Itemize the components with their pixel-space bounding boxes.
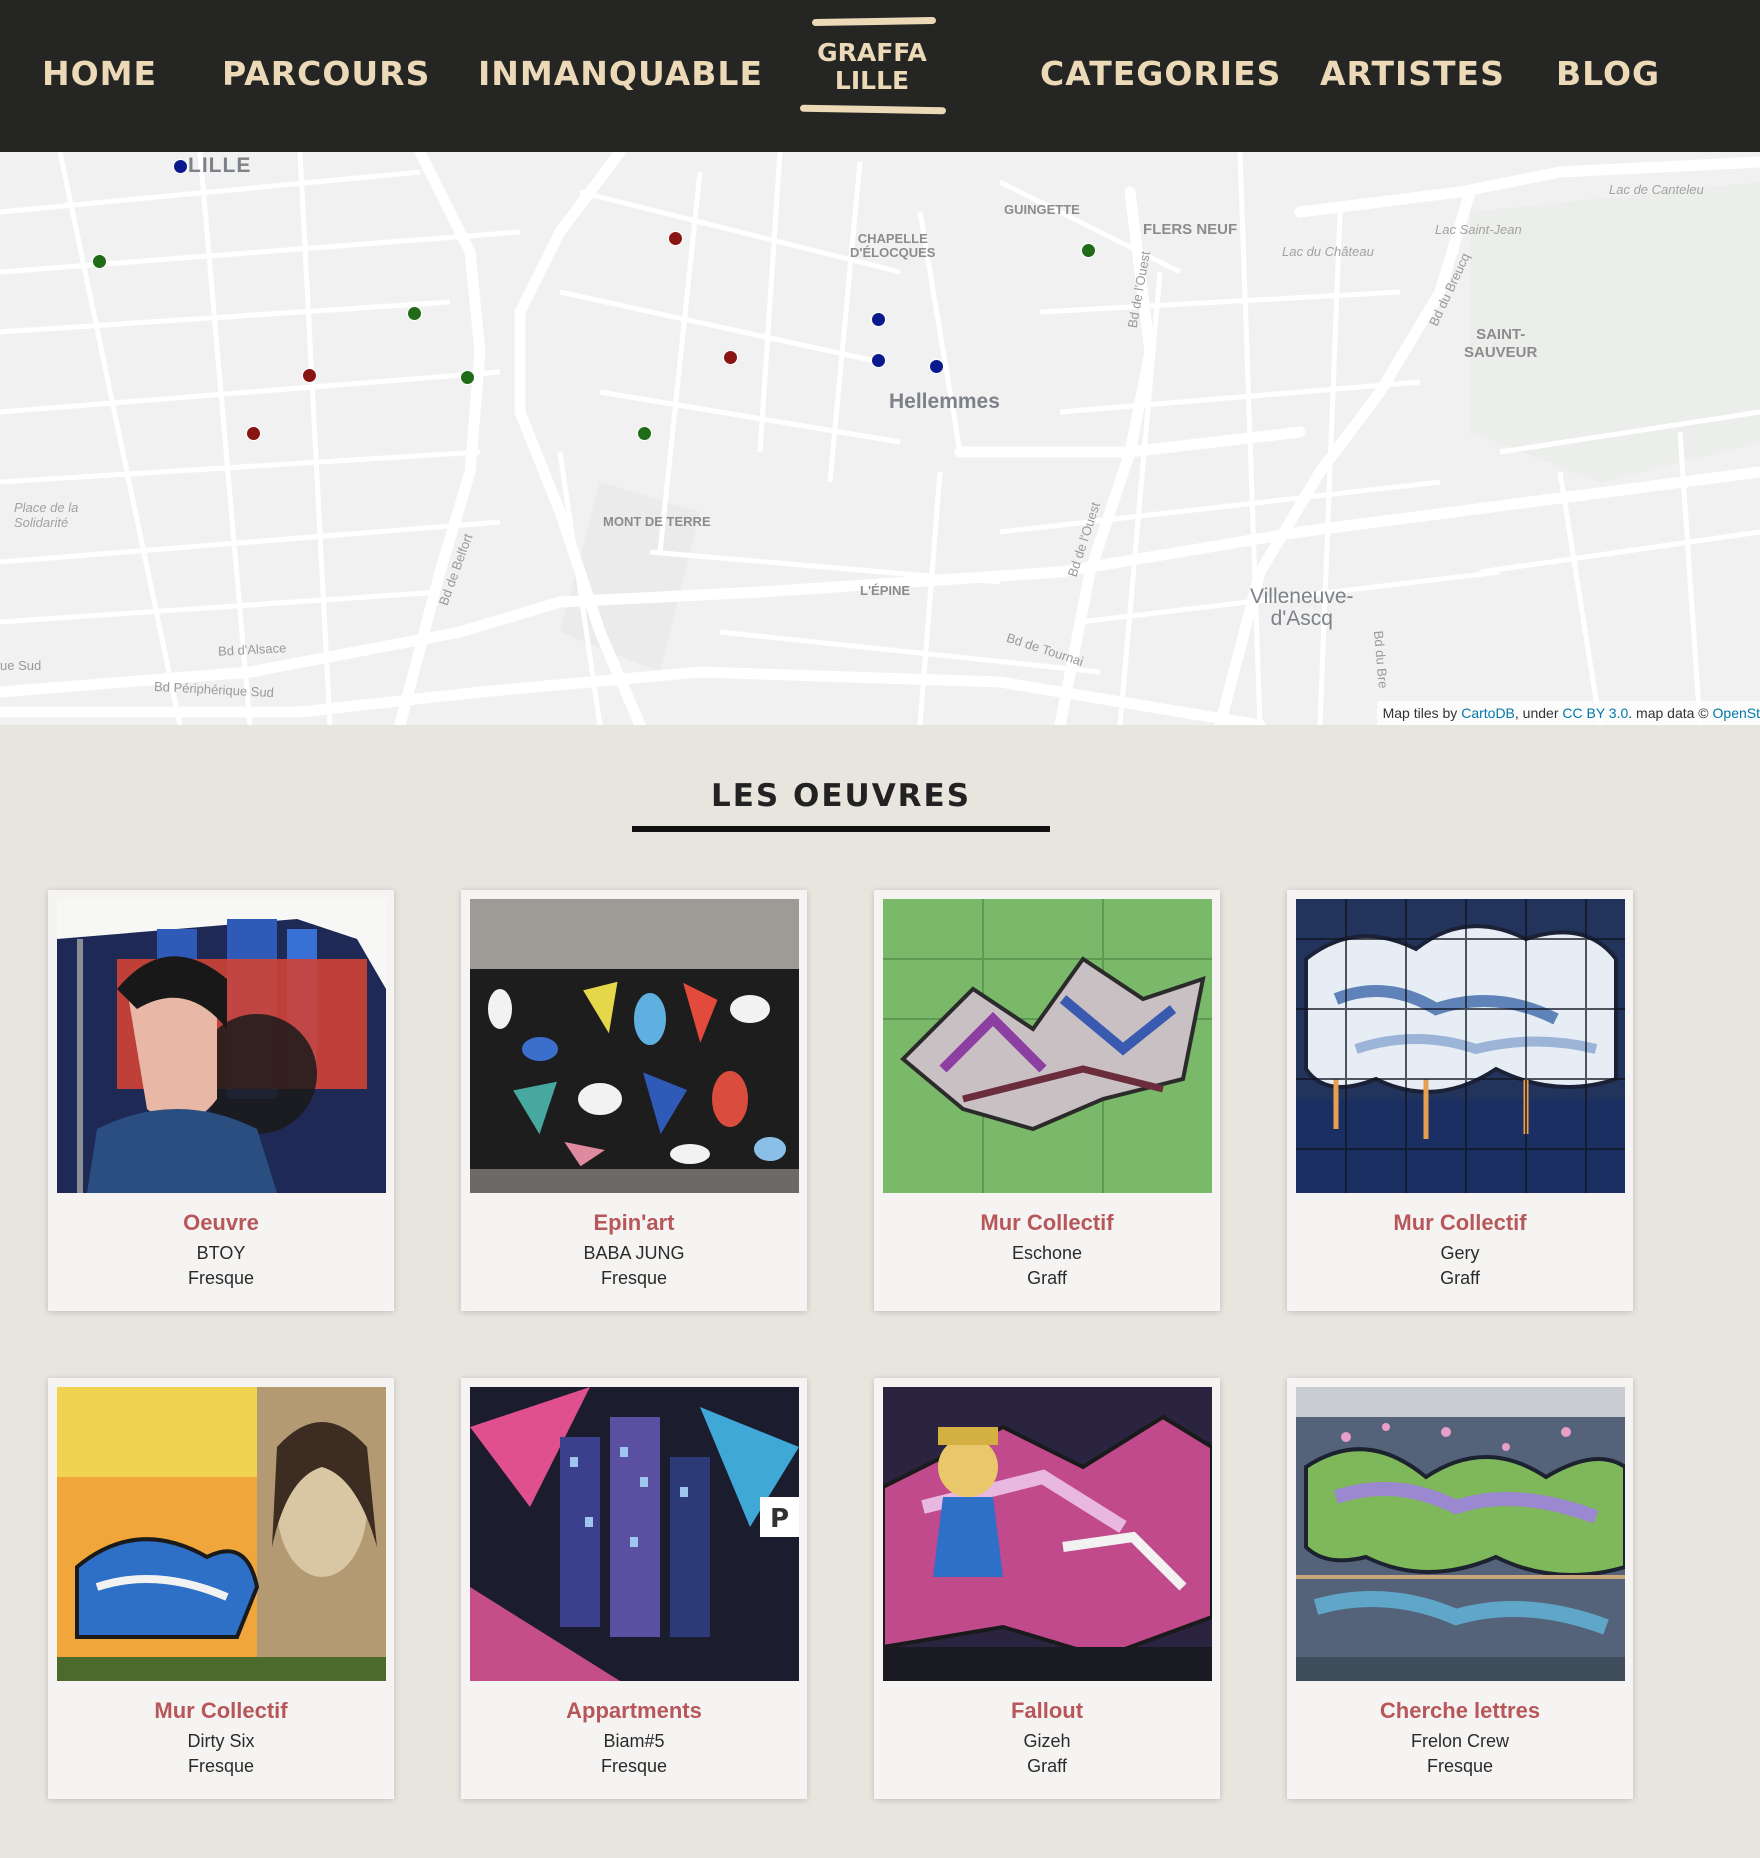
artwork-card[interactable]: Mur Collectif Dirty Six Fresque (48, 1378, 394, 1799)
artwork-artist: BABA JUNG (583, 1243, 685, 1263)
artwork-type: Graff (1027, 1268, 1067, 1288)
osm-link[interactable]: OpenSt (1713, 705, 1760, 721)
artwork-marker[interactable] (460, 370, 475, 385)
map-label-chapelle: CHAPELLE D'ÉLOCQUES (850, 231, 936, 260)
nav-artistes[interactable]: ARTISTES (1320, 52, 1505, 96)
map-label-place-solidarite: Place de la Solidarité (14, 500, 79, 530)
artwork-title: Mur Collectif (1393, 1210, 1527, 1235)
artwork-photo (883, 899, 1212, 1193)
nav-home[interactable]: HOME (42, 52, 157, 96)
artwork-photo (1296, 1387, 1625, 1681)
section-title-underline (632, 826, 1050, 832)
artwork-marker[interactable] (407, 306, 422, 321)
artwork-marker[interactable] (871, 312, 886, 327)
artwork-card[interactable]: Mur Collectif Eschone Graff (874, 890, 1220, 1311)
nav-categories[interactable]: CATEGORIES (1040, 52, 1281, 96)
artwork-card[interactable]: Epin'art BABA JUNG Fresque (461, 890, 807, 1311)
artwork-marker[interactable] (302, 368, 317, 383)
artwork-artist: Gery (1440, 1243, 1480, 1263)
map-label-saint-sauveur: SAINT- SAUVEUR (1464, 326, 1538, 361)
logo-line-1: GRAFFA (817, 38, 927, 67)
artwork-photo (57, 1387, 386, 1681)
artwork-artist: Biam#5 (603, 1731, 665, 1751)
artwork-card[interactable]: Oeuvre BTOY Fresque (48, 890, 394, 1311)
artwork-marker[interactable] (92, 254, 107, 269)
artwork-type: Fresque (187, 1756, 255, 1776)
artwork-photo (57, 899, 386, 1193)
artwork-artist: Frelon Crew (1410, 1731, 1510, 1751)
artwork-type: Graff (1027, 1756, 1067, 1776)
street-art-map[interactable]: LILLE Hellemmes Villeneuve- d'Ascq CHAPE… (0, 152, 1760, 725)
artwork-title: Oeuvre (183, 1210, 259, 1235)
artwork-title: Mur Collectif (980, 1210, 1114, 1235)
map-label-lac-saint-jean: Lac Saint-Jean (1435, 222, 1522, 237)
logo-line-2: LILLE (834, 66, 910, 95)
artwork-photo (883, 1387, 1212, 1681)
artwork-title: Appartments (566, 1698, 702, 1723)
map-label-mont-de-terre: MONT DE TERRE (603, 514, 711, 529)
map-label-lac-chateau: Lac du Château (1282, 244, 1374, 259)
map-label-villeneuve: Villeneuve- d'Ascq (1250, 585, 1354, 630)
artwork-card[interactable]: Mur Collectif Gery Graff (1287, 890, 1633, 1311)
section-title: LES OEUVRES (710, 778, 972, 814)
artwork-marker[interactable] (871, 353, 886, 368)
artwork-type: Fresque (600, 1268, 668, 1288)
artwork-card[interactable]: Fallout Gizeh Graff (874, 1378, 1220, 1799)
license-link[interactable]: CC BY 3.0 (1562, 705, 1628, 721)
artwork-artist: Dirty Six (187, 1731, 255, 1751)
cartodb-link[interactable]: CartoDB (1461, 705, 1515, 721)
map-label-bd-sud: ue Sud (0, 658, 42, 673)
map-label-lac-canteleu: Lac de Canteleu (1609, 182, 1704, 197)
artwork-artist: BTOY (196, 1243, 246, 1263)
map-label-guinguette: GUINGETTE (1004, 202, 1080, 217)
artwork-type: Fresque (600, 1756, 668, 1776)
top-navigation-bar: HOME PARCOURS INMANQUABLE GRAFFA LILLE C… (0, 0, 1760, 152)
nav-blog[interactable]: BLOG (1556, 52, 1660, 96)
nav-inmanquable[interactable]: INMANQUABLE (478, 52, 763, 96)
attribution-under: , under (1514, 705, 1563, 721)
artwork-title: Cherche lettres (1379, 1698, 1541, 1723)
map-label-lille: LILLE (188, 154, 252, 177)
artwork-title: Mur Collectif (154, 1698, 288, 1723)
artwork-type: Graff (1440, 1268, 1480, 1288)
map-label-flers-neuf: FLERS NEUF (1143, 221, 1238, 238)
svg-text:P: P (770, 1504, 789, 1534)
artwork-title: Epin'art (593, 1210, 675, 1235)
logo-brush-bottom (799, 104, 947, 115)
artwork-photo: P (470, 1387, 799, 1681)
artwork-photo (470, 899, 799, 1193)
artwork-type: Fresque (187, 1268, 255, 1288)
artwork-marker[interactable] (929, 359, 944, 374)
artwork-artist: Gizeh (1023, 1731, 1071, 1751)
attribution-prefix: Map tiles by (1382, 705, 1462, 721)
nav-parcours[interactable]: PARCOURS (222, 52, 430, 96)
site-logo[interactable]: GRAFFA LILLE (792, 12, 952, 120)
artwork-marker[interactable] (668, 231, 683, 246)
artwork-marker[interactable] (1081, 243, 1096, 258)
artwork-marker[interactable] (637, 426, 652, 441)
artwork-marker[interactable] (246, 426, 261, 441)
artwork-photo (1296, 899, 1625, 1193)
artwork-card[interactable]: P Appartments Biam#5 Fresque (461, 1378, 807, 1799)
map-attribution: Map tiles by CartoDB, under CC BY 3.0. m… (1376, 701, 1760, 725)
artwork-card[interactable]: Cherche lettres Frelon Crew Fresque (1287, 1378, 1633, 1799)
artwork-artist: Eschone (1011, 1243, 1083, 1263)
attribution-mapdata: . map data © (1628, 705, 1713, 721)
artwork-marker[interactable] (173, 159, 188, 174)
map-label-hellemmes: Hellemmes (889, 390, 1000, 413)
artwork-title: Fallout (1010, 1698, 1084, 1723)
map-label-epine: L'ÉPINE (860, 583, 911, 598)
artwork-type: Fresque (1426, 1756, 1494, 1776)
artwork-marker[interactable] (723, 350, 738, 365)
logo-brush-top (811, 16, 937, 27)
